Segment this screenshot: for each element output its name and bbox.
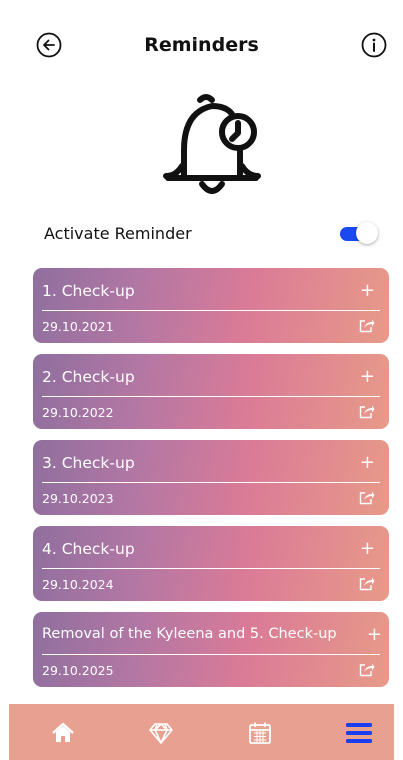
nav-diamond-button[interactable] (148, 720, 174, 746)
reminder-date: 29.10.2023 (42, 491, 114, 506)
reminder-date: 29.10.2025 (42, 663, 114, 678)
activate-reminder-toggle[interactable] (340, 222, 380, 244)
share-icon[interactable] (359, 490, 375, 505)
divider (42, 396, 380, 397)
reminder-title: 2. Check-up (42, 368, 135, 386)
diamond-icon (149, 723, 173, 744)
reminder-list: 1. Check-up + 29.10.2021 2. Check-up + 2… (33, 268, 389, 698)
info-button[interactable] (361, 32, 387, 58)
nav-home-button[interactable] (50, 720, 76, 746)
reminder-card[interactable]: Removal of the Kyleena and 5. Check-up +… (33, 612, 389, 687)
reminder-card[interactable]: 1. Check-up + 29.10.2021 (33, 268, 389, 343)
reminder-title: 4. Check-up (42, 540, 135, 558)
divider (42, 482, 380, 483)
nav-menu-button[interactable] (345, 720, 372, 746)
reminder-date: 29.10.2024 (42, 577, 114, 592)
divider (42, 568, 380, 569)
reminder-card[interactable]: 2. Check-up + 29.10.2022 (33, 354, 389, 429)
share-icon[interactable] (359, 404, 375, 419)
add-icon[interactable]: + (367, 624, 382, 645)
divider (42, 310, 380, 311)
reminder-date: 29.10.2021 (42, 319, 114, 334)
add-icon[interactable]: + (360, 280, 375, 301)
activate-reminder-label: Activate Reminder (44, 224, 192, 243)
calendar-icon (249, 722, 271, 744)
reminder-card[interactable]: 4. Check-up + 29.10.2024 (33, 526, 389, 601)
menu-icon (346, 723, 372, 743)
share-icon[interactable] (359, 576, 375, 591)
bell-clock-icon (160, 92, 264, 196)
add-icon[interactable]: + (360, 366, 375, 387)
reminder-title: 3. Check-up (42, 454, 135, 472)
add-icon[interactable]: + (360, 538, 375, 559)
toggle-knob (356, 222, 378, 244)
reminder-title: 1. Check-up (42, 282, 135, 300)
share-icon[interactable] (359, 318, 375, 333)
home-icon (52, 722, 74, 742)
header: Reminders (0, 0, 403, 90)
share-icon[interactable] (359, 662, 375, 677)
bottom-nav (9, 704, 394, 760)
reminder-date: 29.10.2022 (42, 405, 114, 420)
info-circle-icon (361, 32, 387, 58)
divider (42, 654, 380, 655)
nav-calendar-button[interactable] (247, 720, 273, 746)
reminder-card[interactable]: 3. Check-up + 29.10.2023 (33, 440, 389, 515)
reminder-title: Removal of the Kyleena and 5. Check-up (42, 626, 337, 642)
page-title: Reminders (144, 34, 259, 56)
add-icon[interactable]: + (360, 452, 375, 473)
activate-reminder-row: Activate Reminder (44, 220, 384, 246)
